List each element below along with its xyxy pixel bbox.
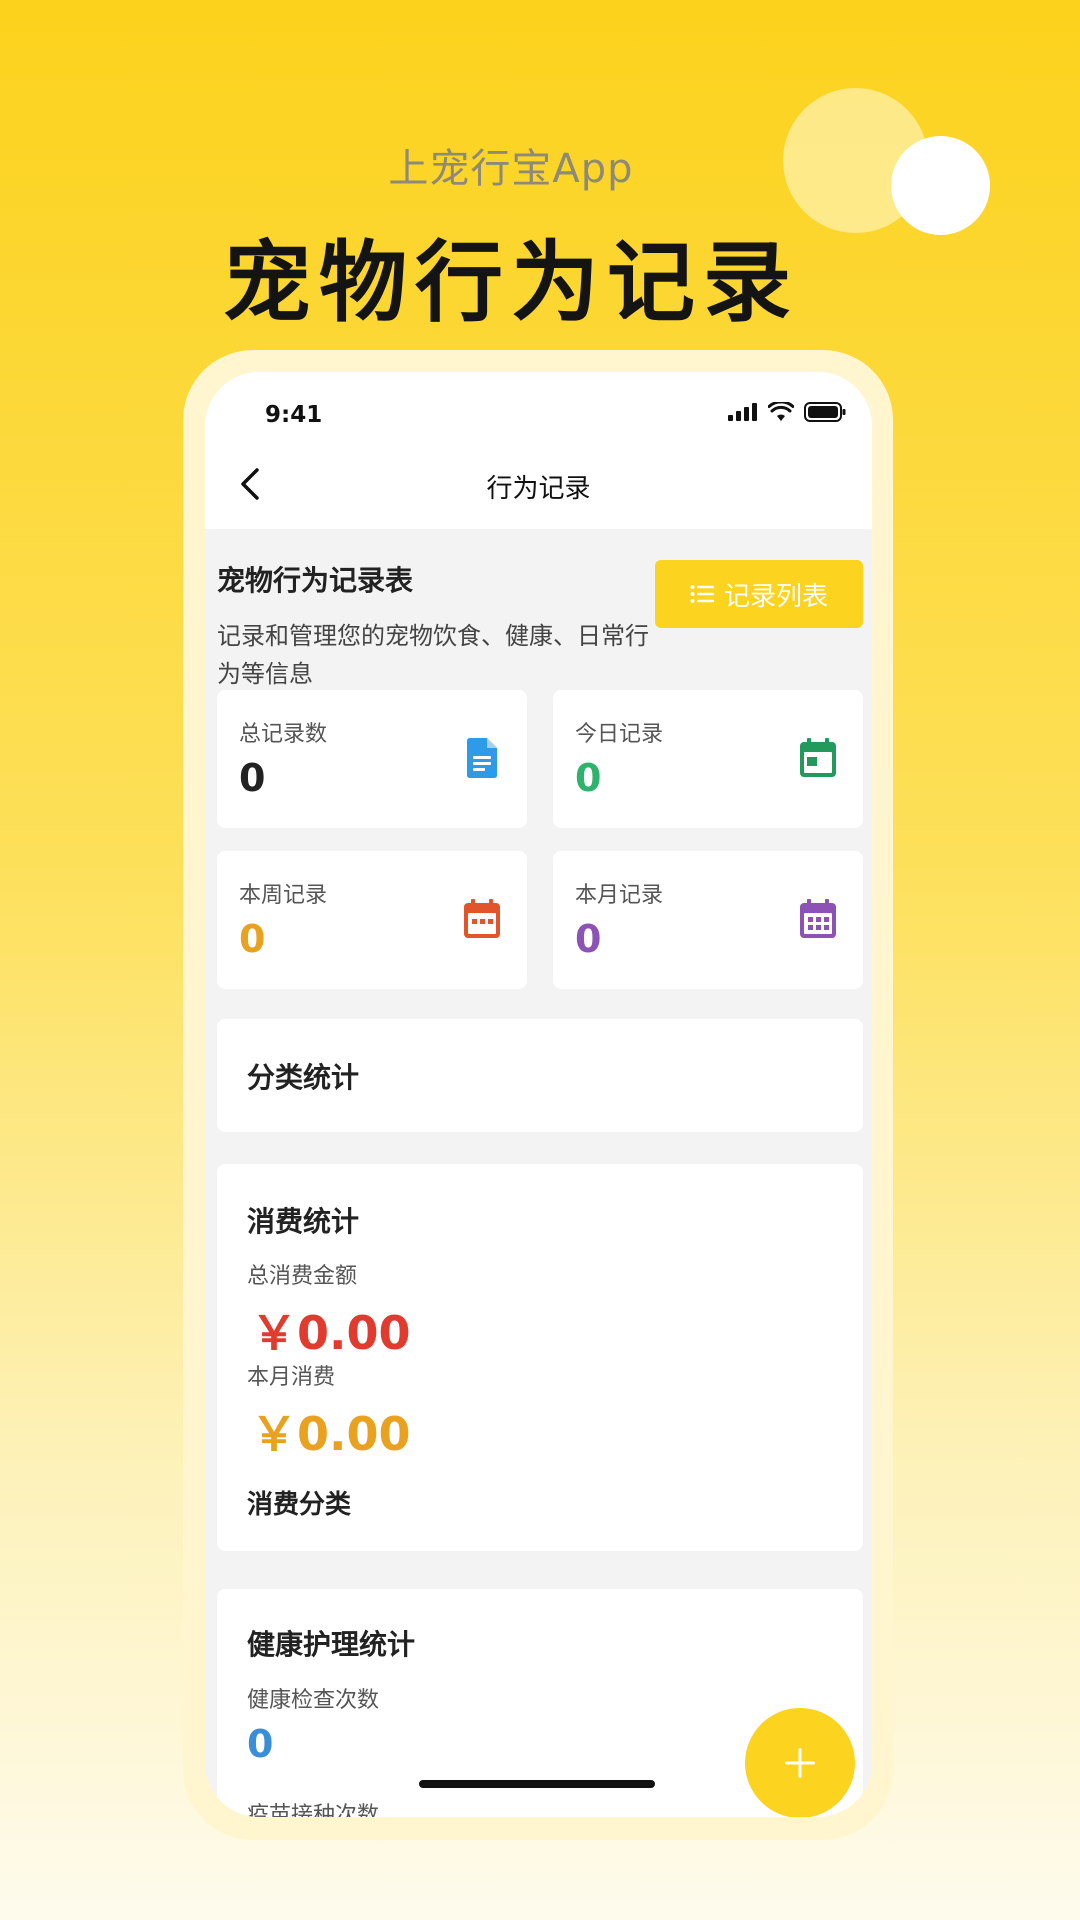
total-consumption-label: 总消费金额 — [247, 1264, 358, 1289]
stat-card-today[interactable]: 今日记录 0 — [553, 690, 863, 828]
stat-card-week[interactable]: 本周记录 0 — [217, 851, 527, 989]
health-check-label: 健康检查次数 — [247, 1688, 380, 1713]
month-consumption-label: 本月消费 — [247, 1365, 336, 1390]
status-icons — [728, 402, 846, 422]
calendar-month-icon — [800, 899, 836, 938]
battery-icon — [804, 402, 846, 422]
stat-label: 总记录数 — [239, 722, 328, 747]
stat-value: 0 — [575, 917, 602, 961]
category-stats-card: 分类统计 — [217, 1019, 863, 1132]
record-list-button[interactable]: 记录列表 — [655, 560, 863, 628]
stat-label: 今日记录 — [575, 722, 664, 747]
document-icon — [467, 738, 497, 778]
month-consumption-value: ￥0.00 — [251, 1407, 411, 1461]
consumption-stats-card: 消费统计 总消费金额 ￥0.00 本月消费 ￥0.00 消费分类 — [217, 1164, 863, 1551]
health-check-value: 0 — [247, 1722, 274, 1766]
signal-icon — [728, 403, 757, 421]
list-icon — [690, 585, 714, 603]
stat-card-month[interactable]: 本月记录 0 — [553, 851, 863, 989]
stat-value: 0 — [239, 917, 266, 961]
calendar-today-icon — [800, 738, 836, 777]
stat-card-total[interactable]: 总记录数 0 — [217, 690, 527, 828]
status-time: 9:41 — [265, 402, 323, 428]
record-table-description: 记录和管理您的宠物饮食、健康、日常行为等信息 — [217, 622, 649, 688]
total-consumption-value: ￥0.00 — [251, 1306, 411, 1360]
page-title: 行为记录 — [486, 474, 591, 504]
app-header: 9:41 行为记录 — [205, 372, 872, 529]
vaccine-count-label: 疫苗接种次数 — [247, 1803, 380, 1817]
record-table-heading: 宠物行为记录表 — [217, 564, 414, 597]
stat-label: 本月记录 — [575, 883, 664, 908]
consumption-stats-title: 消费统计 — [247, 1205, 360, 1238]
promo-title: 宠物行为记录 — [222, 231, 799, 334]
consumption-category-title: 消费分类 — [247, 1490, 352, 1520]
stat-value: 0 — [239, 756, 266, 800]
home-indicator — [419, 1780, 655, 1788]
category-stats-title: 分类统计 — [247, 1061, 360, 1094]
add-record-button[interactable] — [745, 1708, 855, 1817]
health-stats-title: 健康护理统计 — [247, 1628, 416, 1661]
plus-icon — [785, 1748, 815, 1778]
record-list-button-label: 记录列表 — [723, 581, 828, 612]
phone-screen: 9:41 行为记录 宠物行为记录表 记录和管理您的宠物饮食、健康、日常行为等信息… — [205, 372, 872, 1817]
promo-subtitle: 上宠行宝App — [388, 146, 634, 192]
stat-label: 本周记录 — [239, 883, 328, 908]
stat-value: 0 — [575, 756, 602, 800]
calendar-week-icon — [464, 899, 500, 938]
wifi-icon — [768, 402, 794, 421]
